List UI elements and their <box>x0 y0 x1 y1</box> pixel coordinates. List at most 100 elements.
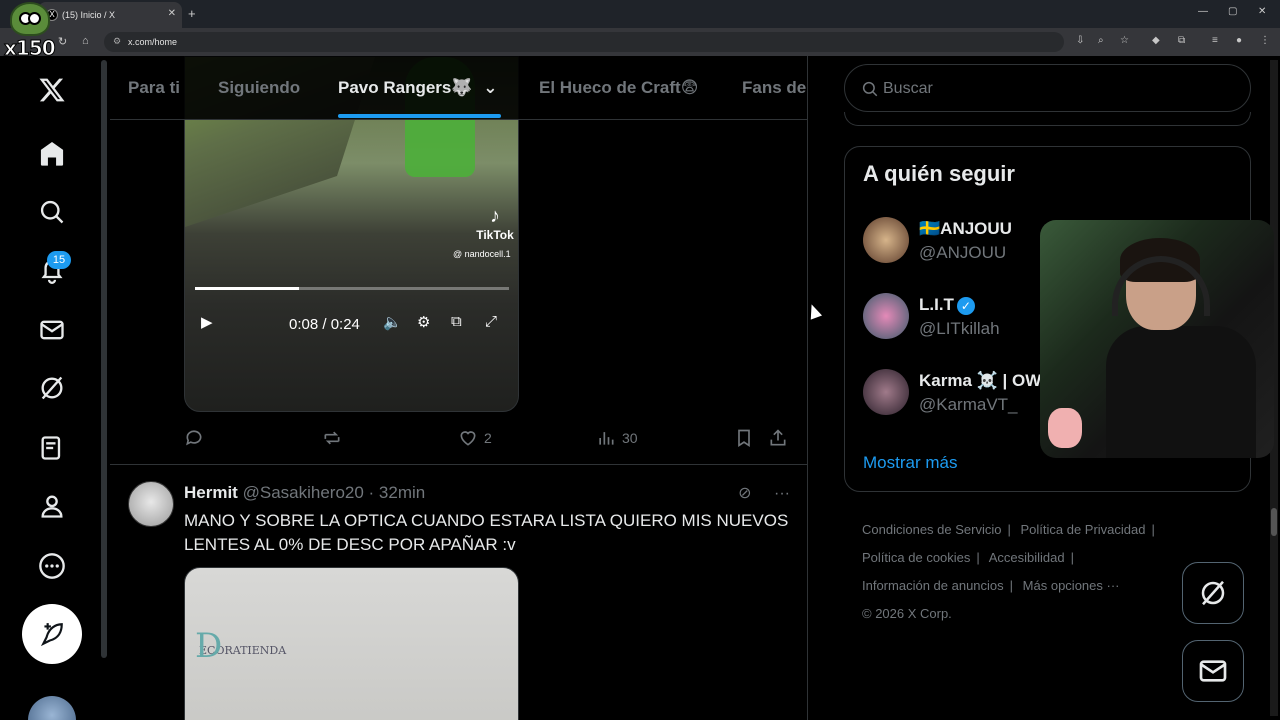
address-bar-row: ↻ ⌂ ⚙ x.com/home ⇩ ⌕ ☆ ◆ ⧉ ≡ ● ⋮ <box>0 28 1280 56</box>
compose-post-button[interactable] <box>22 604 82 664</box>
footer-link-ads-info[interactable]: Información de anuncios <box>862 578 1004 593</box>
zoom-icon[interactable]: ⌕ <box>1098 35 1104 46</box>
extension-icon[interactable]: ◆ <box>1152 35 1160 46</box>
profile-browser-icon[interactable]: ● <box>1236 35 1242 46</box>
reload-icon[interactable]: ↻ <box>58 35 67 48</box>
x-logo-icon[interactable] <box>36 74 68 106</box>
heart-icon <box>460 431 476 446</box>
suggestion-avatar[interactable] <box>863 217 909 263</box>
suggestion-handle[interactable]: @LITkillah <box>919 319 1000 339</box>
tab-para-ti[interactable]: Para ti <box>128 78 180 98</box>
tab-fans-de[interactable]: Fans de <box>742 78 806 98</box>
tab-pavo-rangers[interactable]: Pavo Rangers🐺 ⌄ <box>338 78 498 98</box>
post-image[interactable]: D ECORATIENDA <box>184 567 519 720</box>
home-browser-icon[interactable]: ⌂ <box>82 35 89 47</box>
post-text: MANO Y SOBRE LA OPTICA CUANDO ESTARA LIS… <box>184 511 789 554</box>
suggestion-avatar[interactable] <box>863 293 909 339</box>
browser-menu-icon[interactable]: ⋮ <box>1260 35 1270 46</box>
video-progress-fill <box>195 287 299 290</box>
post-timestamp[interactable]: · 32min <box>369 483 426 502</box>
feather-plus-icon <box>40 623 63 647</box>
new-tab-button[interactable]: + <box>188 6 196 21</box>
maximize-icon[interactable]: ▢ <box>1228 6 1237 17</box>
suggestion-name: L.I.T <box>919 295 954 314</box>
bookmark-button[interactable] <box>734 428 760 448</box>
grok-icon <box>1201 580 1225 606</box>
home-icon[interactable] <box>36 138 68 170</box>
more-options-icon[interactable] <box>36 550 68 582</box>
grok-icon[interactable]: ⊘ <box>738 485 751 502</box>
grok-float-button[interactable] <box>1182 562 1244 624</box>
suggestion-handle[interactable]: @KarmaVT_ <box>919 395 1018 415</box>
like-button[interactable]: 2 <box>458 428 492 448</box>
suggestion-avatar[interactable] <box>863 369 909 415</box>
verified-badge-icon: ✓ <box>956 296 975 315</box>
media-icon[interactable]: ≡ <box>1212 35 1218 46</box>
tab-siguiendo[interactable]: Siguiendo <box>218 78 300 98</box>
pip-icon[interactable]: ⧉ <box>451 313 462 330</box>
lists-icon[interactable] <box>36 432 68 464</box>
tiktok-username: @ nandocell.1 <box>453 249 511 259</box>
share-button[interactable] <box>768 428 794 448</box>
post-hermit[interactable]: Hermit @Sasakihero20 · 32min ⊘ ··· MANO … <box>110 465 807 720</box>
browser-tab[interactable]: X (15) Inicio / X ✕ <box>38 2 182 28</box>
post-more-icon[interactable]: ··· <box>774 485 790 502</box>
grok-icon[interactable] <box>36 372 68 404</box>
tab-el-hueco-de-craft[interactable]: El Hueco de Craft😨 <box>539 78 698 98</box>
search-icon <box>862 81 878 97</box>
like-count: 2 <box>484 430 492 446</box>
video-time: 0:08 / 0:24 <box>289 316 360 333</box>
search-input[interactable]: Buscar <box>844 64 1251 112</box>
suggestion-name[interactable]: Karma ☠️ | OW <box>919 371 1041 391</box>
show-more-link[interactable]: Mostrar más <box>863 453 957 473</box>
footer-link-cookies[interactable]: Política de cookies <box>862 550 970 565</box>
tiktok-logo-icon: ♪ <box>490 205 500 227</box>
url-field[interactable]: ⚙ x.com/home <box>104 32 1064 52</box>
browser-tab-title: (15) Inicio / X <box>62 10 116 20</box>
play-icon[interactable]: ▶ <box>201 313 213 331</box>
post-author-handle[interactable]: @Sasakihero20 <box>243 483 364 502</box>
post-author-avatar[interactable] <box>128 481 174 527</box>
views-button[interactable]: 30 <box>596 428 638 448</box>
suggestion-handle[interactable]: @ANJOUU <box>919 243 1006 263</box>
stream-badge-overlay: x150 <box>4 2 56 61</box>
streamer-figure <box>1106 238 1256 458</box>
minimize-icon[interactable]: — <box>1198 6 1208 17</box>
repost-button[interactable] <box>322 428 348 448</box>
tiktok-label: TikTok <box>476 228 514 242</box>
window-close-icon[interactable]: ✕ <box>1258 6 1266 17</box>
install-icon[interactable]: ⇩ <box>1076 35 1084 46</box>
footer-link-accessibility[interactable]: Accesibilidad <box>989 550 1065 565</box>
tab-close-icon[interactable]: ✕ <box>168 8 176 19</box>
footer-link-more[interactable]: Más opciones ··· <box>1023 578 1120 593</box>
timeline: Para ti Siguiendo Pavo Rangers🐺 ⌄ El Hue… <box>110 56 808 720</box>
explore-search-icon[interactable] <box>36 196 68 228</box>
messages-float-button[interactable] <box>1182 640 1244 702</box>
post-header-icons: ⊘ ··· <box>738 483 790 503</box>
account-avatar[interactable] <box>28 696 76 720</box>
feed-tabs: Para ti Siguiendo Pavo Rangers🐺 ⌄ El Hue… <box>110 56 807 120</box>
view-count: 30 <box>622 430 638 446</box>
messages-envelope-icon[interactable] <box>36 314 68 346</box>
puzzle-icon[interactable]: ⧉ <box>1178 35 1185 46</box>
sidebar-scrollbar[interactable] <box>101 60 107 658</box>
logo-letter-d-icon: D <box>195 626 223 666</box>
video-progress-bar[interactable] <box>195 287 509 290</box>
bookmark-star-icon[interactable]: ☆ <box>1120 35 1129 46</box>
repost-icon <box>324 431 340 445</box>
share-icon <box>770 429 786 446</box>
page-scrollbar-thumb[interactable] <box>1271 508 1277 536</box>
profile-icon[interactable] <box>36 490 68 522</box>
footer-link-terms[interactable]: Condiciones de Servicio <box>862 522 1001 537</box>
reply-button[interactable] <box>184 428 210 448</box>
post-author-name[interactable]: Hermit <box>184 483 238 502</box>
settings-gear-icon[interactable]: ⚙ <box>417 313 430 331</box>
site-info-icon[interactable]: ⚙ <box>113 36 121 47</box>
post-header: Hermit @Sasakihero20 · 32min <box>184 483 425 503</box>
fullscreen-icon[interactable]: ⤢ <box>485 313 497 330</box>
suggestion-name[interactable]: 🇸🇪ANJOUU <box>919 219 1012 239</box>
suggestion-name-row[interactable]: L.I.T ✓ <box>919 295 975 315</box>
volume-icon[interactable]: 🔈 <box>383 313 402 331</box>
footer-link-privacy[interactable]: Política de Privacidad <box>1020 522 1145 537</box>
chevron-down-icon[interactable]: ⌄ <box>483 78 497 97</box>
